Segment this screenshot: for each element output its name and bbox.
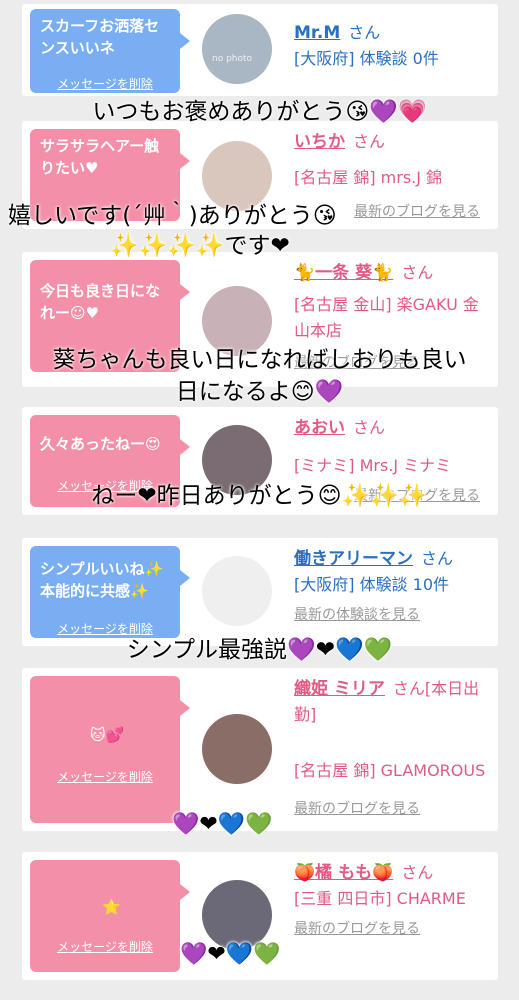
user-info: 織姫 ミリア さん[本日出勤] [名古屋 錦] GLAMOROUS 最新のブログを… — [294, 676, 494, 822]
user-info: 働きアリーマン さん [大阪府] 体験談 10件 最新の体験談を見る — [294, 546, 494, 628]
message-text: サラサラヘアー触りたい♥ — [40, 137, 160, 177]
user-info: 🍑橘 もも🍑 さん [三重 四日市] CHARME 最新のブログを見る — [294, 860, 494, 942]
latest-experience-link[interactable]: 最新の体験談を見る — [294, 602, 494, 628]
user-location: [名古屋 錦] mrs.J 錦 — [294, 168, 443, 187]
user-name-link[interactable]: 働きアリーマン — [294, 549, 413, 569]
message-text: 🐱💕 — [90, 726, 125, 744]
avatar[interactable] — [202, 556, 272, 626]
message-text: ⭐ — [102, 898, 121, 916]
overlay-reply-1: いつもお褒めありがとう😘💜💗 — [92, 99, 427, 125]
overlay-reply-2: 嬉しいです(´艸｀)ありがとう😘 — [8, 203, 337, 229]
overlay-reply-6: ねー❤昨日ありがとう😊✨✨✨ — [91, 483, 428, 509]
message-text: シンプルいいね✨本能的に共感✨ — [40, 560, 164, 600]
message-bubble: スカーフお洒落センスいいネ メッセージを削除 — [30, 9, 190, 93]
delete-message-link[interactable]: メッセージを削除 — [30, 766, 180, 788]
message-bubble: 🐱💕 メッセージを削除 — [30, 676, 190, 823]
user-name-link[interactable]: 🍑橘 もも🍑 — [294, 863, 393, 883]
user-name-link[interactable]: Mr.M — [294, 23, 340, 43]
user-location: [名古屋 錦] GLAMOROUS — [294, 761, 486, 780]
overlay-reply-5: 日になるよ😊💜 — [175, 379, 344, 405]
message-bubble: ⭐ メッセージを削除 — [30, 860, 190, 972]
overlay-reply-7: シンプル最強説💜❤💙💚 — [126, 637, 393, 663]
no-photo-text: no photo — [212, 54, 253, 64]
overlay-reply-4: 葵ちゃんも良い日になればしおりも良い — [52, 347, 467, 373]
user-location: [大阪府] 体験談 0件 — [294, 49, 439, 68]
honorific: さん — [401, 263, 434, 282]
honorific: さん — [421, 549, 454, 568]
delete-message-link[interactable]: メッセージを削除 — [30, 936, 180, 958]
latest-blog-link[interactable]: 最新のブログを見る — [294, 916, 494, 942]
overlay-hearts-1: 💜❤💙💚 — [172, 812, 273, 837]
honorific: さん — [348, 23, 381, 42]
overlay-reply-3: ✨✨✨✨です❤ — [110, 233, 290, 259]
user-location: [名古屋 金山] 楽GAKU 金山本店 — [294, 295, 479, 340]
message-text: 久々あったねー😍 — [40, 435, 161, 453]
avatar[interactable] — [202, 880, 272, 950]
overlay-hearts-2: 💜❤💙💚 — [180, 942, 281, 967]
user-name-link[interactable]: あおい — [294, 418, 345, 438]
message-text: 今日も良き日になれー☺♥ — [40, 282, 161, 322]
message-bubble: シンプルいいね✨本能的に共感✨ メッセージを削除 — [30, 546, 190, 638]
avatar[interactable]: no photo — [202, 14, 272, 84]
user-location: [大阪府] 体験談 10件 — [294, 575, 450, 594]
honorific: さん — [353, 418, 386, 437]
message-card-6: 🐱💕 メッセージを削除 織姫 ミリア さん[本日出勤] [名古屋 錦] GLAMO… — [22, 668, 498, 831]
user-name-link[interactable]: 🐈一条 葵🐈 — [294, 263, 393, 283]
user-name-link[interactable]: 織姫 ミリア — [294, 679, 385, 699]
honorific: さん — [401, 863, 434, 882]
message-card-1: スカーフお洒落センスいいネ メッセージを削除 no photo Mr.M さん [… — [22, 4, 498, 96]
user-location: [三重 四日市] CHARME — [294, 889, 466, 908]
message-text: スカーフお洒落センスいいネ — [40, 17, 160, 57]
avatar[interactable] — [202, 714, 272, 784]
user-name-link[interactable]: いちか — [294, 132, 345, 152]
honorific: さん — [353, 132, 386, 151]
user-info: Mr.M さん [大阪府] 体験談 0件 — [294, 20, 494, 72]
